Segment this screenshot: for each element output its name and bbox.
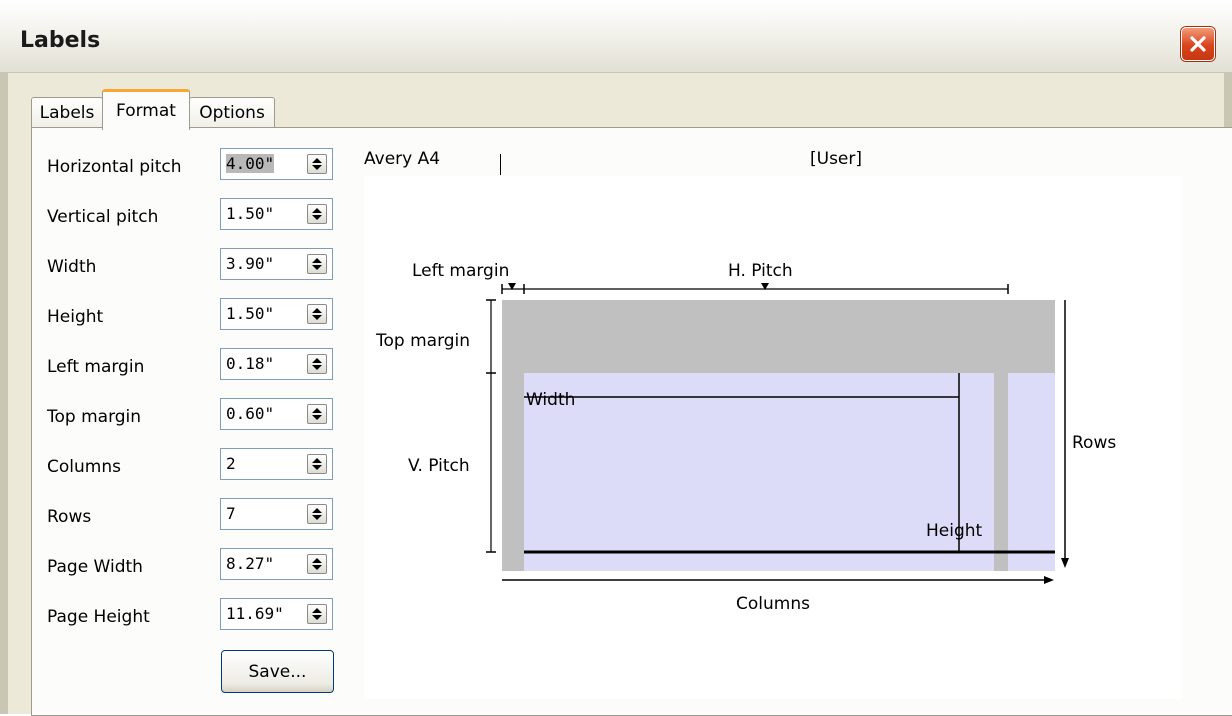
text-cursor [500,154,501,175]
width-caption: Width [526,390,575,410]
page-width-spin-button[interactable] [307,554,327,574]
horizontal-pitch-value: 4.00" [226,154,275,173]
page-width-value: 8.27" [226,554,275,573]
spin-updown-icon [312,608,322,620]
tab-options[interactable]: Options [189,97,275,128]
vertical-pitch-spin-button[interactable] [307,204,327,224]
height-caption: Height [926,521,983,541]
window-border-left [0,72,8,714]
top-margin-label: Top margin [47,407,142,427]
page-width-field[interactable]: 8.27" [220,548,333,580]
save-button[interactable]: Save... [221,650,334,693]
horizontal-pitch-field[interactable]: 4.00" [220,148,501,180]
left-margin-spin-button[interactable] [307,354,327,374]
close-button[interactable] [1181,27,1215,61]
page-height-spin-button[interactable] [307,604,327,624]
spin-updown-icon [312,258,322,270]
top-margin-spin-button[interactable] [307,404,327,424]
width-value: 3.90" [226,254,275,273]
preview-type: [User] [810,149,863,169]
top-margin-caption: Top margin [375,331,470,351]
top-margin-value: 0.60" [226,404,275,423]
height-field[interactable]: 1.50" [220,298,333,330]
page-height-field[interactable]: 11.69" [220,598,333,630]
v-pitch-caption: V. Pitch [408,456,470,476]
vertical-pitch-value: 1.50" [226,204,275,223]
label-1 [524,373,994,571]
width-label: Width [47,257,97,277]
columns-caption: Columns [736,594,810,614]
rows-value: 7 [226,504,236,523]
left-margin-label: Left margin [47,357,145,377]
vertical-pitch-field[interactable]: 1.50" [220,198,333,230]
close-icon [1190,36,1206,52]
tab-labels[interactable]: Labels [31,97,103,128]
page-width-label: Page Width [47,557,143,577]
preview-brand: Avery A4 [364,149,441,169]
spin-updown-icon [312,458,322,470]
height-spin-button[interactable] [307,304,327,324]
h-pitch-caption: H. Pitch [728,261,793,281]
page-height-value: 11.69" [226,604,284,623]
label-preview: Avery A4 [User] Left margin H. Pitch Top… [364,149,1182,699]
label-diagram: Left margin H. Pitch Top margin V. Pitch… [375,261,1116,614]
label-2 [1008,373,1055,571]
spin-updown-icon [312,508,322,520]
spin-updown-icon [312,158,322,170]
columns-field[interactable]: 2 [220,448,333,480]
height-value: 1.50" [226,304,275,323]
columns-label: Columns [47,457,121,477]
left-margin-caption: Left margin [412,261,509,281]
spin-updown-icon [312,208,322,220]
columns-value: 2 [226,454,236,473]
spin-updown-icon [312,408,322,420]
tab-format[interactable]: Format [102,89,190,130]
left-margin-field[interactable]: 0.18" [220,348,333,380]
columns-spin-button[interactable] [307,454,327,474]
vertical-pitch-label: Vertical pitch [47,207,159,227]
horizontal-pitch-label: Horizontal pitch [47,157,182,177]
height-label: Height [47,307,104,327]
rows-field[interactable]: 7 [220,498,333,530]
spin-updown-icon [312,358,322,370]
rows-spin-button[interactable] [307,504,327,524]
title-bar: Labels [0,0,1232,73]
width-field[interactable]: 3.90" [220,248,333,280]
rows-label: Rows [47,507,92,527]
left-margin-value: 0.18" [226,354,275,373]
window-title: Labels [20,28,101,53]
horizontal-pitch-spin-button[interactable] [307,154,327,174]
top-margin-field[interactable]: 0.60" [220,398,333,430]
rows-caption: Rows [1072,433,1116,453]
spin-updown-icon [312,308,322,320]
labels-dialog: Labels Labels Format Options Horizontal … [0,0,1232,716]
spin-updown-icon [312,558,322,570]
page-height-label: Page Height [47,607,150,627]
width-spin-button[interactable] [307,254,327,274]
